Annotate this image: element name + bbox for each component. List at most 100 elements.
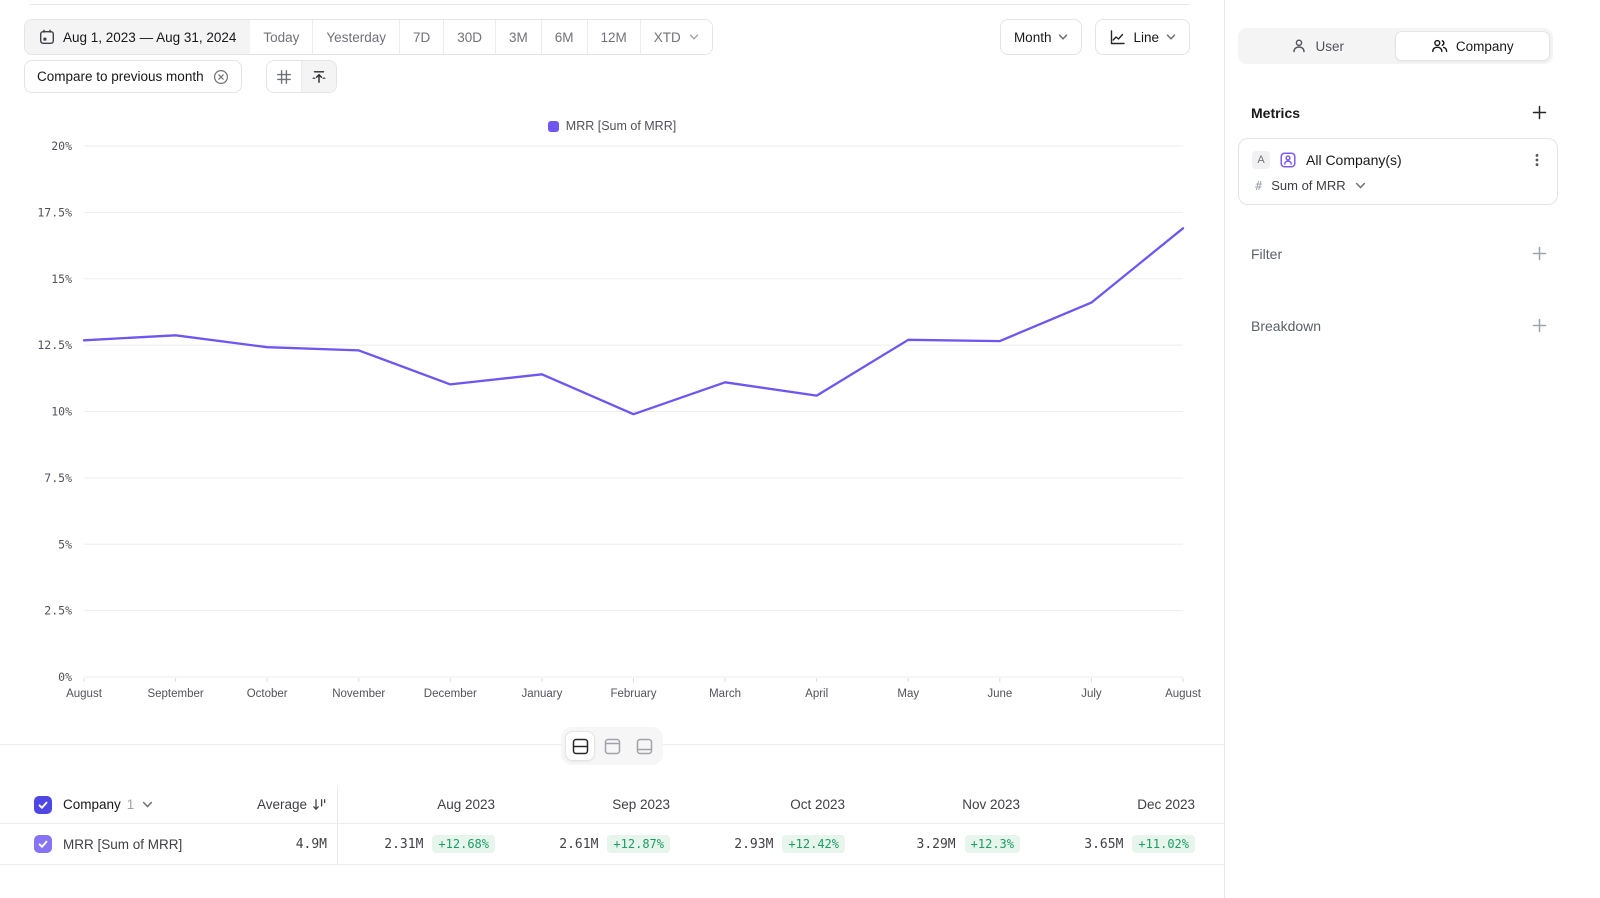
row-label: MRR [Sum of MRR]	[63, 837, 182, 852]
growth-badge: +12.3%	[965, 835, 1020, 853]
mrr-line-chart[interactable]: 0%2.5%5%7.5%10%12.5%15%17.5%20%AugustSep…	[0, 140, 1224, 705]
chart-type-label: Line	[1133, 30, 1159, 45]
compare-chip[interactable]: Compare to previous month	[24, 60, 242, 93]
growth-badge: +11.02%	[1132, 835, 1195, 853]
month-values: 2.31M+12.68% 2.61M +12.87% 2.93M +12.42% 3.29…	[337, 824, 1224, 864]
x-axis-tick-label: October	[247, 688, 288, 700]
range-yesterday[interactable]: Yesterday	[312, 20, 399, 54]
split-view-button[interactable]	[565, 731, 595, 761]
metric-table-row[interactable]: MRR [Sum of MRR] 4.9M 2.31M+12.68%2.61M+…	[0, 824, 1224, 865]
x-axis-tick-label: May	[897, 688, 919, 700]
x-axis-tick-label: January	[521, 688, 562, 700]
metrics-section-header: Metrics	[1251, 104, 1548, 121]
tab-user-label: User	[1315, 39, 1344, 54]
add-metric-button[interactable]	[1531, 104, 1548, 121]
chart-type-button[interactable]: Line	[1095, 19, 1190, 55]
chart-only-view-button[interactable]	[597, 731, 627, 761]
grid-toggle-button[interactable]	[267, 61, 301, 92]
month-header[interactable]: Oct 2023	[688, 786, 863, 823]
legend-swatch	[548, 121, 559, 132]
arrow-up-from-line-icon	[311, 69, 327, 85]
range-today[interactable]: Today	[250, 20, 312, 54]
x-axis-tick-label: August	[1165, 688, 1202, 700]
breakdown-title: Breakdown	[1251, 318, 1321, 334]
metric-card[interactable]: A All Company(s) # Sum of MRR	[1238, 138, 1558, 205]
x-axis-tick-label: September	[147, 688, 203, 700]
month-header[interactable]: Nov 2023	[863, 786, 1038, 823]
metric-name: Sum of MRR	[1271, 178, 1345, 193]
entity-segmented-control: User Company	[1238, 28, 1553, 64]
y-axis-tick-label: 7.5%	[44, 471, 72, 485]
chevron-down-icon	[1355, 180, 1366, 191]
chevron-down-icon	[1166, 32, 1176, 42]
chevron-down-icon[interactable]	[142, 799, 153, 810]
mrr-value: 2.93M	[734, 837, 773, 852]
x-axis-tick-label: November	[332, 688, 385, 700]
chart-controls: Month Line	[1000, 19, 1190, 55]
x-axis-tick-label: March	[709, 688, 741, 700]
month-value-cell: 3.65M +11.02%	[1038, 824, 1213, 864]
mrr-value: 2.61M	[559, 837, 598, 852]
metric-entity-name: All Company(s)	[1306, 152, 1521, 168]
range-30d[interactable]: 30D	[443, 20, 495, 54]
granularity-button[interactable]: Month	[1000, 19, 1083, 55]
users-icon	[1431, 38, 1448, 54]
x-axis-tick-label: February	[610, 688, 656, 700]
tab-company[interactable]: Company	[1395, 31, 1551, 61]
month-value-cell: 2.31M+12.68%	[338, 824, 513, 864]
select-all-checkbox[interactable]	[34, 796, 52, 814]
growth-badge: +12.87%	[607, 835, 670, 853]
chart-legend: MRR [Sum of MRR]	[0, 119, 1224, 133]
chart-option-toggles	[266, 60, 337, 93]
chart-line[interactable]	[84, 228, 1183, 414]
growth-badge: +12.42%	[782, 835, 845, 853]
row-checkbox[interactable]	[34, 835, 52, 853]
add-filter-button[interactable]	[1531, 245, 1548, 262]
granularity-label: Month	[1014, 30, 1052, 45]
top-divider	[30, 4, 1190, 5]
line-chart-icon	[1109, 29, 1126, 46]
view-layout-toggle	[561, 727, 663, 765]
company-badge-icon	[1279, 151, 1297, 169]
month-value-cell: 3.29M+12.3%	[863, 824, 1038, 864]
x-axis-tick-label: December	[424, 688, 477, 700]
sort-icon[interactable]	[312, 797, 327, 812]
range-7d[interactable]: 7D	[399, 20, 443, 54]
month-header[interactable]: Dec 2023	[1038, 786, 1213, 823]
month-header[interactable]: Sep 2023	[513, 786, 688, 823]
range-12m[interactable]: 12M	[587, 20, 640, 54]
tab-user[interactable]: User	[1241, 31, 1395, 61]
range-xtd[interactable]: XTD	[640, 20, 712, 54]
y-axis-tick-label: 12.5%	[37, 338, 72, 352]
date-range-button[interactable]: Aug 1, 2023 — Aug 31, 2024	[25, 20, 250, 54]
breakdown-section-header: Breakdown	[1251, 317, 1548, 334]
x-axis-tick-label: April	[805, 688, 828, 700]
toolbar: Aug 1, 2023 — Aug 31, 2024 TodayYesterda…	[24, 19, 1190, 55]
range-3m[interactable]: 3M	[495, 20, 541, 54]
metric-letter-badge: A	[1252, 151, 1270, 169]
x-axis-tick-label: July	[1081, 688, 1102, 700]
month-value-cell: 2.93M +12.42%	[688, 824, 863, 864]
range-6m[interactable]: 6M	[541, 20, 587, 54]
entity-count: 1	[127, 797, 135, 812]
close-circle-icon[interactable]	[213, 69, 229, 85]
average-column-header[interactable]: Average	[237, 786, 337, 823]
add-breakdown-button[interactable]	[1531, 317, 1548, 334]
y-axis-tick-label: 17.5%	[37, 205, 72, 219]
grid-icon	[276, 69, 292, 85]
pull-up-toggle-button[interactable]	[301, 61, 336, 92]
month-header[interactable]: Aug 2023	[338, 786, 513, 823]
quick-range-group: TodayYesterday7D30D3M6M12MXTD	[250, 20, 711, 54]
metric-selector[interactable]: # Sum of MRR	[1252, 178, 1544, 193]
mrr-value: 2.31M	[384, 837, 423, 852]
date-range-group: Aug 1, 2023 — Aug 31, 2024 TodayYesterda…	[24, 19, 713, 55]
mrr-value: 3.65M	[1084, 837, 1123, 852]
table-only-view-button[interactable]	[629, 731, 659, 761]
chevron-down-icon	[1058, 32, 1068, 42]
y-axis-tick-label: 10%	[51, 405, 72, 419]
x-axis-tick-label: August	[66, 688, 103, 700]
kebab-menu-icon[interactable]	[1530, 152, 1544, 168]
date-range-label: Aug 1, 2023 — Aug 31, 2024	[63, 30, 236, 45]
x-axis-tick-label: June	[987, 688, 1012, 700]
entity-column-label[interactable]: Company	[63, 797, 121, 812]
